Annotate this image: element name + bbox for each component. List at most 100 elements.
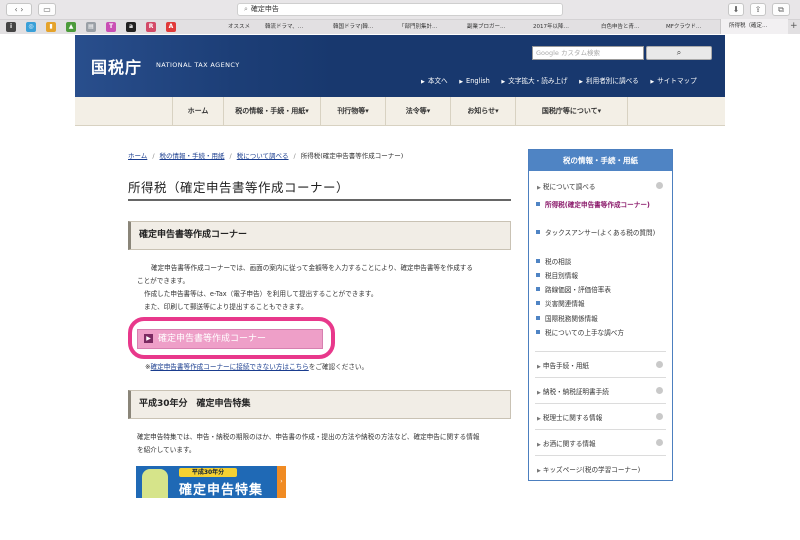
connection-help-link[interactable]: 確定申告書等作成コーナーに接続できない方はこちら [151, 363, 309, 371]
sidebar-divider [535, 455, 666, 456]
intro-line-1: 確定申告書等作成コーナーでは、画面の案内に従って金額等を入力することにより、確定… [151, 264, 473, 272]
sidebar-item-forms[interactable]: ▶ 申告手続・用紙 [537, 360, 589, 370]
banner-title: 確定申告特集 [179, 483, 264, 498]
sidebar-subitem-disaster[interactable]: 災害関連情報 [536, 298, 585, 311]
breadcrumb-current: 所得税(確定申告書等作成コーナー) [300, 152, 404, 160]
breadcrumb-separator: / [229, 152, 232, 160]
bookmark-icon[interactable]: ▲ [66, 22, 76, 32]
back-forward-buttons[interactable]: ‹ › [6, 3, 32, 16]
page-title: 所得税（確定申告書等作成コーナー） [128, 180, 350, 195]
bookmark-icon[interactable]: R [146, 22, 156, 32]
breadcrumb-research[interactable]: 税について調べる [237, 152, 289, 160]
bullet-icon [536, 301, 540, 305]
expand-circle-icon[interactable] [656, 439, 663, 446]
expand-circle-icon[interactable] [656, 387, 663, 394]
sidebar-subitem-research-tips[interactable]: 税についての上手な調べ方 [536, 327, 624, 340]
sidebar-item-accountant[interactable]: ▶ 税理士に関する情報 [537, 412, 602, 422]
bullet-icon [536, 287, 540, 291]
nav-item-tax-info[interactable]: 税の情報・手続・用紙▾ [223, 97, 320, 125]
bookmark-icon[interactable]: ◎ [26, 22, 36, 32]
sidebar-item-alcohol[interactable]: ▶ お酒に関する情報 [537, 438, 596, 448]
sidebar-item-kids[interactable]: ▶ キッズページ(税の学習コーナー) [537, 464, 640, 474]
address-bar[interactable]: ⌕ 確定申告 [237, 3, 563, 16]
favorite-link[interactable]: 韓流ドラマ、… [265, 22, 317, 32]
favorite-link[interactable]: 副業ブロガー… [467, 22, 517, 32]
expand-circle-icon[interactable] [656, 413, 663, 420]
section-heading-creation-corner: 確定申告書等作成コーナー [128, 221, 511, 250]
sidebar-subitem-international[interactable]: 国際税務関係情報 [536, 313, 598, 326]
mascot-image [142, 469, 168, 498]
sidebar-divider [535, 429, 666, 430]
connection-note: ※確定申告書等作成コーナーに接続できない方はこちらをご確認ください。 [145, 363, 369, 371]
banner-year-label: 平成30年分 [179, 468, 237, 477]
search-input[interactable]: Google カスタム検索 [532, 46, 644, 60]
expand-circle-icon[interactable] [656, 361, 663, 368]
section-heading-special-feature: 平成30年分 確定申告特集 [128, 390, 511, 419]
utility-link-accessibility[interactable]: ▶ 文字拡大・読み上げ [501, 75, 567, 85]
collapse-circle-icon[interactable] [656, 182, 663, 189]
feature-line-1: 確定申告特集では、申告・納税の期限のほか、申告書の作成・提出の方法や納税の方法な… [137, 433, 480, 441]
sidebar-toggle-icon[interactable]: ▭ [38, 3, 56, 16]
site-header: 国税庁 NATIONAL TAX AGENCY Google カスタム検索 ⌕ … [75, 35, 725, 97]
triangle-icon: ▶ [459, 79, 464, 85]
sidebar-item-payment[interactable]: ▶ 納税・納税証明書手続 [537, 386, 609, 396]
share-icon[interactable]: ⇪ [750, 3, 766, 16]
favorites-bar: i ◎ ▮ ▲ ▤ T a R A オススメ 韓流ドラマ、… 韓国ドラマ|韓… … [0, 19, 800, 34]
sidebar-subitem-tax-answer[interactable]: タックスアンサー(よくある税の質問) [536, 227, 663, 240]
nav-item-notices[interactable]: お知らせ▾ [450, 97, 515, 125]
utility-links: ▶ 本文へ ▶ English ▶ 文字拡大・読み上げ ▶ 利用者別に調べる ▶ サイトマ… [421, 75, 706, 85]
reader-icon[interactable]: i [6, 22, 16, 32]
triangle-icon: ▶ [537, 390, 541, 396]
bookmark-icon[interactable]: a [126, 22, 136, 32]
triangle-icon: ▶ [650, 79, 655, 85]
sidebar-heading: 税の情報・手続・用紙 [529, 150, 672, 171]
sidebar-subitem-by-tax[interactable]: 税目別情報 [536, 270, 578, 283]
favorite-link[interactable]: 2017年以降… [533, 22, 583, 32]
bookmark-icon[interactable]: T [106, 22, 116, 32]
bookmark-icon[interactable]: ▤ [86, 22, 96, 32]
global-nav: ホーム 税の情報・手続・用紙▾ 刊行物等▾ 法令等▾ お知らせ▾ 国税庁等につい… [75, 97, 725, 126]
favorite-link[interactable]: 韓国ドラマ|韓… [333, 22, 383, 32]
utility-link-english[interactable]: ▶ English [459, 77, 490, 85]
feature-line-2: を紹介しています。 [137, 446, 196, 454]
favorite-link[interactable]: 「部門別集計… [399, 22, 449, 32]
nav-item-about[interactable]: 国税庁等について▾ [515, 97, 628, 125]
feature-paragraph: 確定申告特集では、申告・納税の期限のほか、申告書の作成・提出の方法や納税の方法な… [137, 431, 507, 457]
nav-item-laws[interactable]: 法令等▾ [385, 97, 450, 125]
bullet-icon [536, 230, 540, 234]
breadcrumb-home[interactable]: ホーム [128, 152, 147, 160]
tabs-icon[interactable]: ⧉ [772, 3, 790, 16]
sidebar-subitem-creation-corner[interactable]: 所得税(確定申告書等作成コーナー) [536, 199, 663, 212]
bullet-icon [536, 202, 540, 206]
sidebar-item-research[interactable]: ▶ 税について調べる [537, 181, 595, 191]
utility-link-main-content[interactable]: ▶ 本文へ [421, 75, 448, 85]
search-icon: ⌕ [244, 5, 248, 13]
sidebar-subitem-land-price[interactable]: 路線価図・評価倍率表 [536, 284, 611, 297]
search-button[interactable]: ⌕ [646, 46, 712, 60]
favorite-link[interactable]: MFクラウド… [666, 22, 716, 32]
banner-arrow-icon[interactable]: › [277, 466, 286, 498]
utility-link-by-user[interactable]: ▶ 利用者別に調べる [579, 75, 639, 85]
triangle-icon: ▶ [537, 468, 541, 474]
breadcrumb-tax-info[interactable]: 税の情報・手続・用紙 [160, 152, 225, 160]
download-icon[interactable]: ⬇ [728, 3, 744, 16]
sidebar-subitem-consultation[interactable]: 税の相談 [536, 256, 571, 269]
utility-link-sitemap[interactable]: ▶ サイトマップ [650, 75, 696, 85]
bullet-icon [536, 273, 540, 277]
site-logo[interactable]: 国税庁 [91, 54, 142, 78]
bullet-icon [536, 316, 540, 320]
nav-item-home[interactable]: ホーム [172, 97, 223, 125]
triangle-icon: ▶ [421, 79, 425, 85]
nav-item-publications[interactable]: 刊行物等▾ [320, 97, 385, 125]
special-feature-banner[interactable]: 平成30年分 確定申告特集 [136, 466, 285, 498]
bookmark-icon[interactable]: ▮ [46, 22, 56, 32]
active-tab[interactable]: 所得税（確定… [720, 19, 788, 34]
sidebar-divider [535, 377, 666, 378]
triangle-icon: ▶ [501, 79, 506, 85]
favorite-link[interactable]: 白色申告と青… [601, 22, 651, 32]
creation-corner-button[interactable]: ▶ 確定申告書等作成コーナー [137, 329, 323, 349]
sidebar-divider [535, 351, 666, 352]
bookmark-icon[interactable]: A [166, 22, 176, 32]
triangle-icon: ▶ [537, 364, 541, 370]
new-tab-icon[interactable]: + [790, 21, 798, 31]
